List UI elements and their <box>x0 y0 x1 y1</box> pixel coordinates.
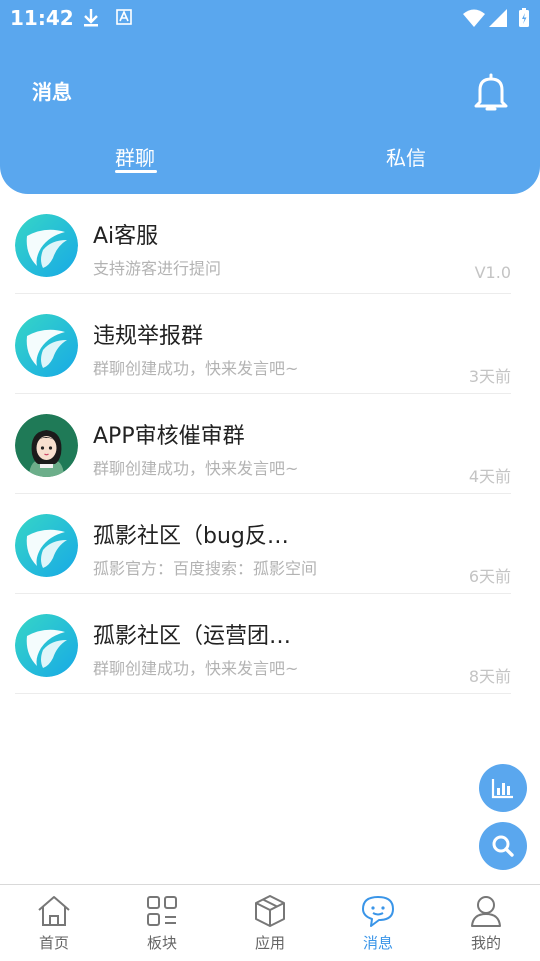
font-icon <box>116 9 132 25</box>
nav-label: 消息 <box>362 934 393 952</box>
nav-home[interactable]: 首页 <box>0 885 108 961</box>
download-icon <box>84 9 98 27</box>
signal-icon <box>489 9 507 27</box>
conversation-name: Ai客服 <box>93 224 159 249</box>
conversation-name: 违规举报群 <box>93 324 204 349</box>
conversation-item[interactable]: 违规举报群 群聊创建成功，快来发言吧~ 3天前 <box>0 294 540 394</box>
avatar <box>15 314 78 377</box>
avatar <box>15 414 78 477</box>
nav-label: 板块 <box>146 934 177 952</box>
conversation-preview: 支持游客进行提问 <box>93 259 222 278</box>
conversation-time: 8天前 <box>468 667 511 686</box>
active-tab-indicator <box>115 170 157 173</box>
tab-group-chat[interactable]: 群聊 <box>115 142 155 171</box>
profile-icon <box>471 896 501 927</box>
conversation-item[interactable]: 孤影社区（bug反… 孤影官方：百度搜索：孤影空间 6天前 <box>0 494 540 594</box>
app-logo-icon <box>15 214 78 277</box>
wifi-icon <box>463 9 485 27</box>
status-time: 11:42 <box>10 6 74 30</box>
conversation-preview: 群聊创建成功，快来发言吧~ <box>93 459 299 478</box>
search-icon <box>492 835 514 857</box>
battery-icon <box>519 8 529 27</box>
conversation-preview: 群聊创建成功，快来发言吧~ <box>93 359 299 378</box>
bell-icon[interactable] <box>472 72 510 112</box>
conversation-preview: 群聊创建成功，快来发言吧~ <box>93 659 299 678</box>
conversation-item[interactable]: APP审核催审群 群聊创建成功，快来发言吧~ 4天前 <box>0 394 540 494</box>
home-icon <box>38 896 70 926</box>
conversation-item[interactable]: 孤影社区（运营团… 群聊创建成功，快来发言吧~ 8天前 <box>0 594 540 694</box>
tab-private-message[interactable]: 私信 <box>386 142 426 171</box>
avatar <box>15 514 78 577</box>
stats-button[interactable] <box>479 764 527 812</box>
conversation-item[interactable]: Ai客服 支持游客进行提问 V1.0 <box>0 194 540 294</box>
conversation-preview: 孤影官方：百度搜索：孤影空间 <box>93 559 318 578</box>
app-logo-icon <box>15 614 78 677</box>
conversation-name: 孤影社区（运营团… <box>93 624 292 649</box>
grid-icon <box>147 896 177 926</box>
nav-sections[interactable]: 板块 <box>108 885 216 961</box>
header: 11:42 消息 群聊 私信 <box>0 0 540 194</box>
chat-icon <box>362 896 394 927</box>
avatar <box>15 214 78 277</box>
nav-profile[interactable]: 我的 <box>432 885 540 961</box>
girl-portrait-icon <box>15 414 78 477</box>
conversation-time: 3天前 <box>468 367 511 386</box>
nav-apps[interactable]: 应用 <box>216 885 324 961</box>
app-logo-icon <box>15 314 78 377</box>
divider <box>15 693 511 694</box>
bottom-nav: 首页 板块 应用 消息 我的 <box>0 884 540 961</box>
app-logo-icon <box>15 514 78 577</box>
box-icon <box>255 895 285 927</box>
conversation-time: V1.0 <box>474 263 511 282</box>
conversation-time: 6天前 <box>468 567 511 586</box>
status-bar: 11:42 <box>0 0 540 36</box>
nav-label: 首页 <box>38 934 69 952</box>
page-title: 消息 <box>32 80 72 104</box>
nav-label: 应用 <box>254 934 285 952</box>
bar-chart-icon <box>491 779 513 799</box>
conversation-name: 孤影社区（bug反… <box>93 524 289 549</box>
search-button[interactable] <box>479 822 527 870</box>
nav-messages[interactable]: 消息 <box>324 885 432 961</box>
conversation-time: 4天前 <box>468 467 511 486</box>
conversation-name: APP审核催审群 <box>93 424 245 449</box>
nav-label: 我的 <box>470 934 501 952</box>
avatar <box>15 614 78 677</box>
